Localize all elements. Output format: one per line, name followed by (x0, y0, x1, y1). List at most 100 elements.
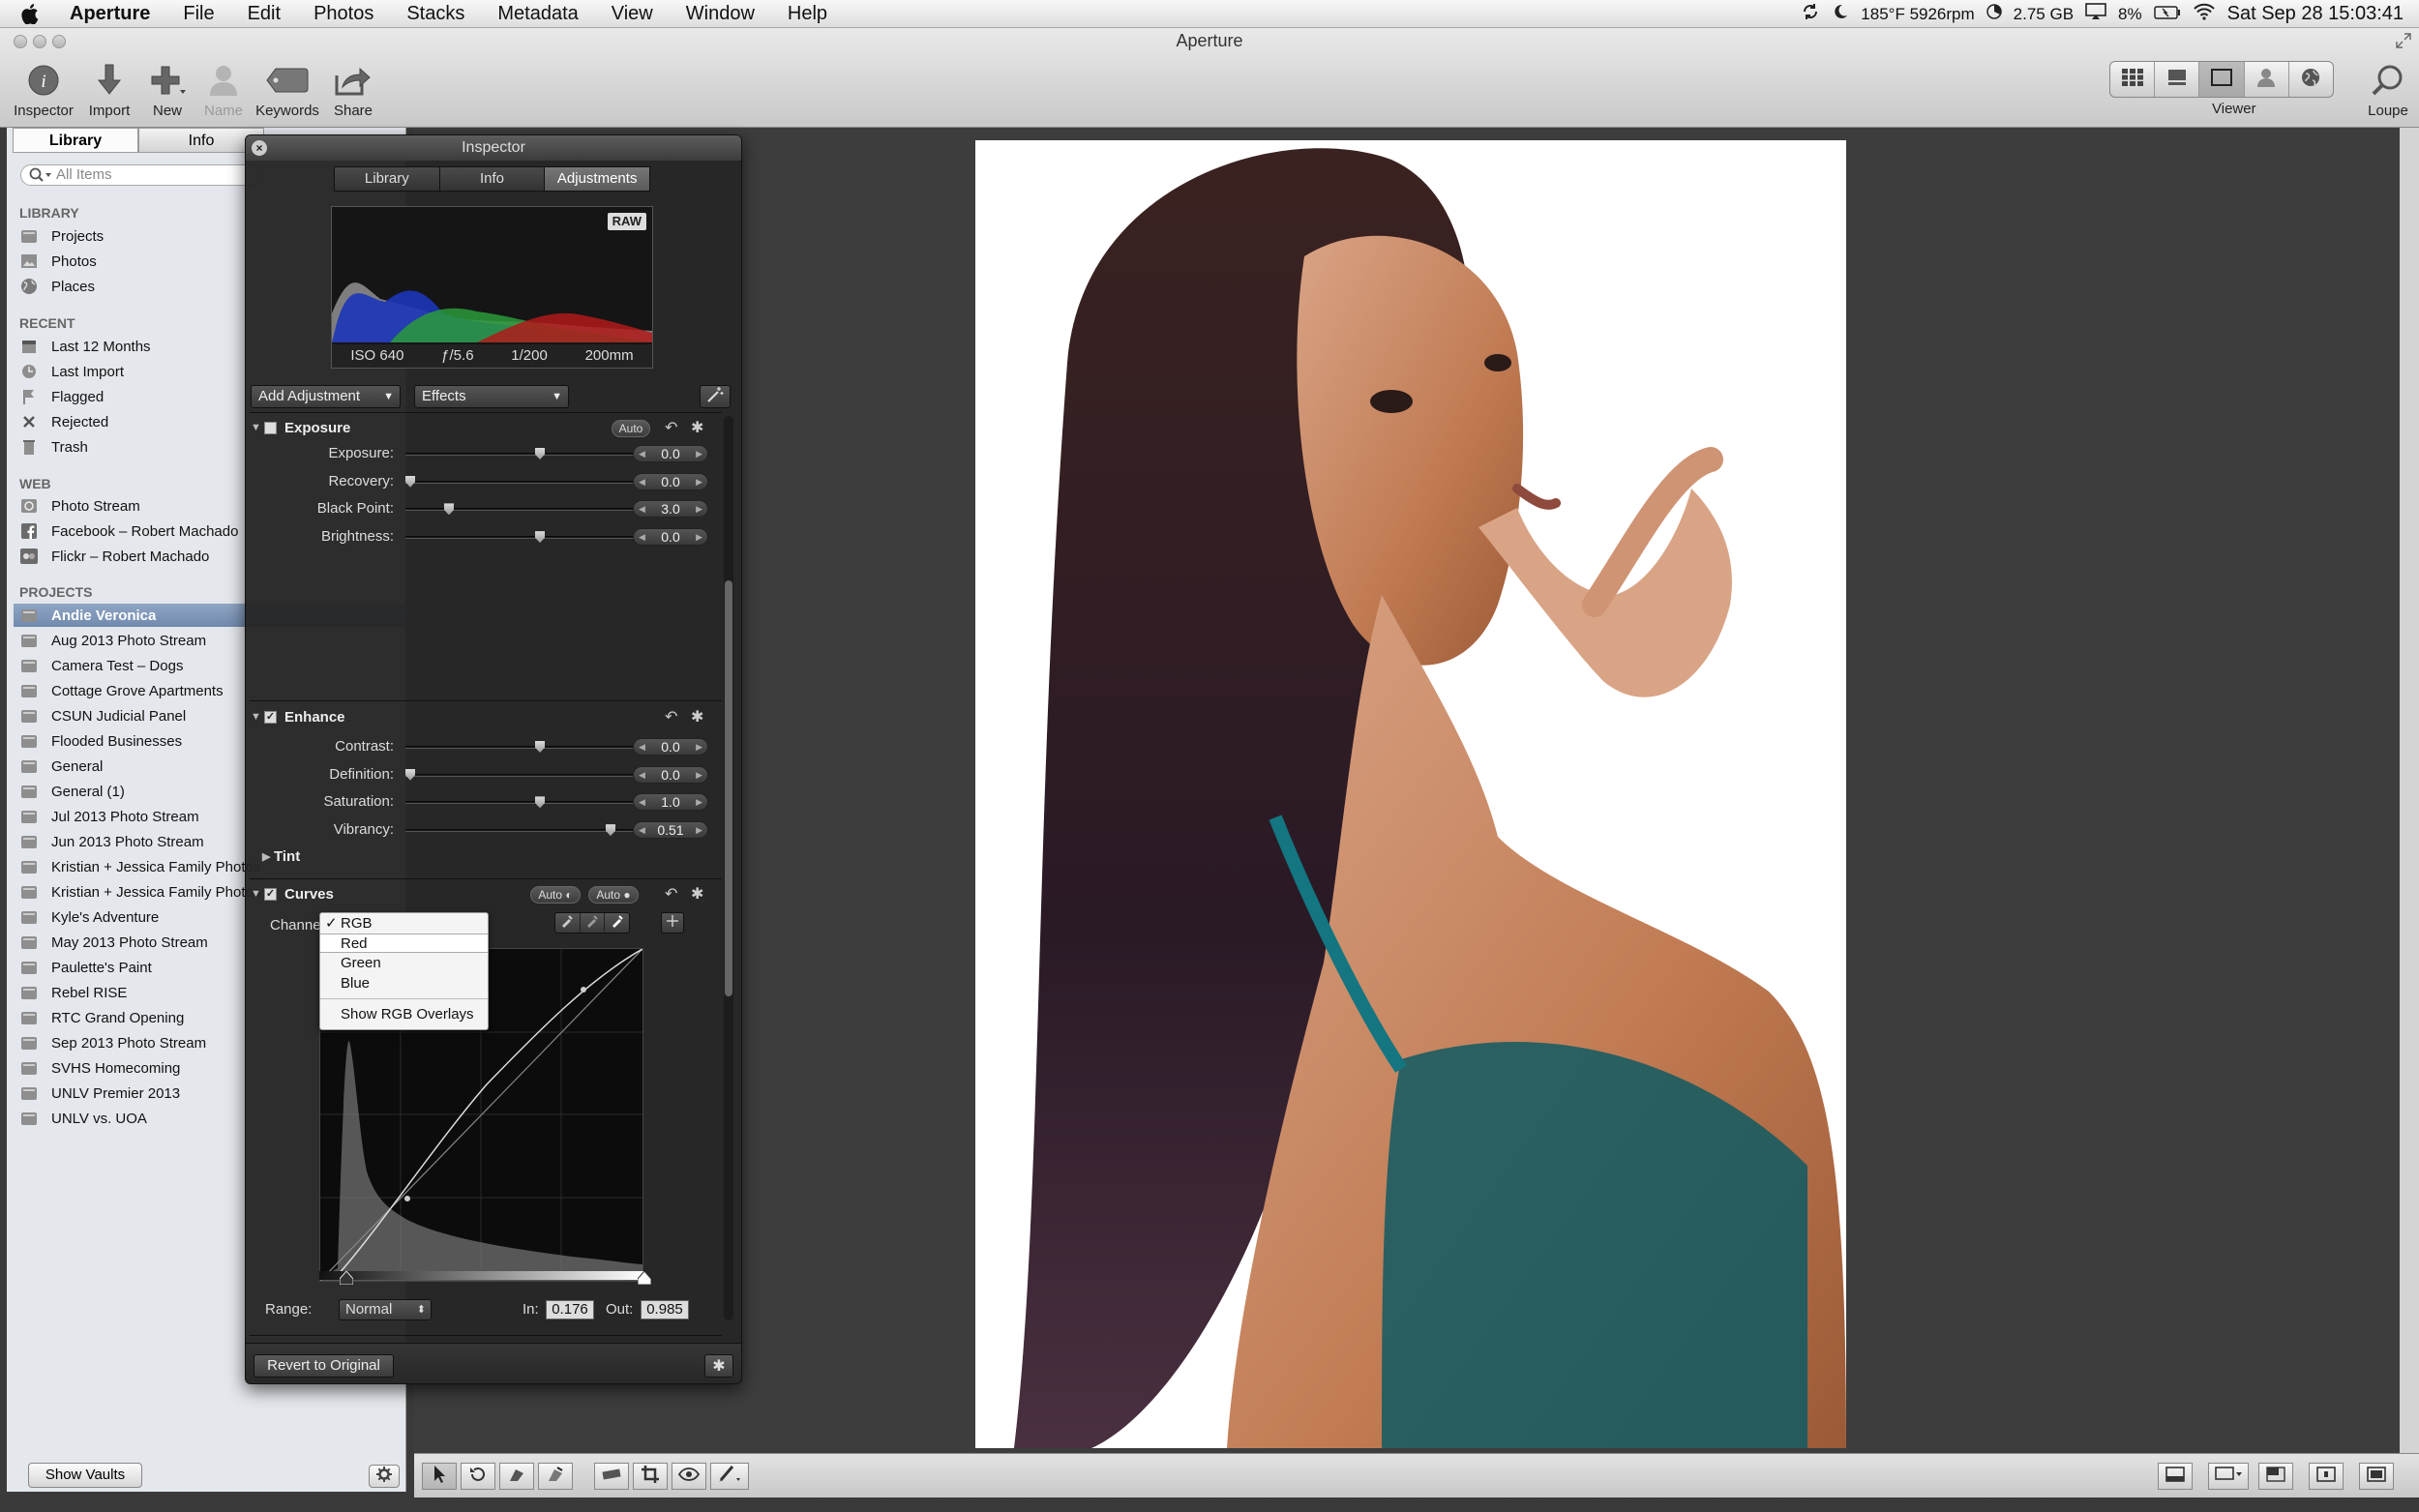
curves-brick-header[interactable]: ▼ ✓ Curves (251, 882, 720, 905)
viewer-view-button[interactable] (2199, 62, 2245, 97)
brush-tool-button[interactable] (710, 1463, 749, 1490)
select-tool-button[interactable] (422, 1463, 457, 1490)
battery-icon[interactable] (2153, 5, 2181, 24)
out-value-field[interactable]: 0.985 (641, 1300, 689, 1319)
white-point-handle[interactable] (637, 1270, 652, 1290)
exposure-enable-checkbox[interactable] (264, 421, 277, 434)
tint-disclosure[interactable]: ▶ Tint (262, 845, 732, 868)
single-viewer-button[interactable] (2309, 1463, 2344, 1490)
undo-icon[interactable]: ↶ (665, 418, 677, 437)
channel-option-red[interactable]: Red (320, 934, 488, 953)
hud-scroll-thumb[interactable] (725, 580, 732, 996)
slider-knob[interactable] (606, 824, 615, 837)
exposure-auto-button[interactable]: Auto (612, 420, 650, 437)
slider-knob[interactable] (535, 448, 545, 460)
stamp-tool-button[interactable] (499, 1463, 534, 1490)
browser-view-button[interactable] (2110, 62, 2156, 97)
hud-tab-adjustments[interactable]: Adjustments (545, 167, 650, 191)
curves-auto-rgb-button[interactable]: Auto ● (588, 886, 639, 904)
curves-auto-luminance-button[interactable]: Auto ◐ (530, 886, 581, 904)
show-rgb-overlays-option[interactable]: Show RGB Overlays (320, 1005, 488, 1024)
quick-brush-button[interactable] (700, 385, 731, 408)
crop-button[interactable] (633, 1463, 668, 1490)
curves-enable-checkbox[interactable]: ✓ (264, 887, 277, 901)
clock[interactable]: Sat Sep 28 15:03:41 (2227, 3, 2404, 25)
places-view-button[interactable] (2289, 62, 2333, 97)
range-select[interactable]: Normal ⬍ (339, 1299, 432, 1320)
channel-option-green[interactable]: Green (320, 954, 488, 973)
channel-option-blue[interactable]: Blue (320, 974, 488, 993)
share-button[interactable]: Share (314, 61, 392, 119)
hud-title[interactable]: Inspector (246, 135, 741, 161)
menu-stacks[interactable]: Stacks (390, 0, 481, 28)
gray-point-picker[interactable] (581, 913, 606, 933)
faces-view-button[interactable] (2245, 62, 2289, 97)
hud-scrollbar[interactable] (724, 416, 733, 1320)
add-curve-point-button[interactable] (661, 912, 684, 934)
loupe-button[interactable]: Loupe (2349, 61, 2419, 119)
effects-popup[interactable]: Effects ▼ (414, 385, 569, 408)
wifi-icon[interactable] (2193, 3, 2216, 25)
slider-value-stepper[interactable]: ◀ 3.0 ▶ (633, 500, 708, 519)
show-vaults-button[interactable]: Show Vaults (28, 1463, 142, 1488)
slider-knob[interactable] (405, 475, 415, 488)
enhance-enable-checkbox[interactable]: ✓ (264, 710, 277, 724)
black-point-picker[interactable] (555, 913, 581, 933)
show-filmstrip-button[interactable] (2158, 1463, 2193, 1490)
library-search-input[interactable]: All Items (20, 164, 262, 186)
menu-edit[interactable]: Edit (231, 0, 297, 28)
hud-gear-button[interactable]: ✱ (704, 1354, 733, 1378)
enhance-brick-header[interactable]: ▼ ✓ Enhance (251, 705, 720, 728)
disclosure-triangle-icon[interactable]: ▼ (251, 888, 262, 900)
slider-value-stepper[interactable]: ◀ 0.0 ▶ (633, 472, 708, 490)
slider-knob[interactable] (444, 503, 454, 516)
secondary-viewer-button[interactable] (2258, 1463, 2293, 1490)
library-gear-button[interactable] (369, 1465, 400, 1488)
slider-knob[interactable] (535, 741, 545, 753)
menu-view[interactable]: View (595, 0, 670, 28)
slider-value-stepper[interactable]: ◀ 0.0 ▶ (633, 528, 708, 547)
temp-fan-readout[interactable]: 185°F 5926rpm (1861, 5, 1974, 24)
disclosure-triangle-icon[interactable]: ▼ (251, 711, 262, 723)
moon-icon[interactable] (1832, 3, 1849, 25)
menu-metadata[interactable]: Metadata (481, 0, 594, 28)
stamp-apply-button[interactable] (538, 1463, 573, 1490)
straighten-button[interactable] (594, 1463, 629, 1490)
black-point-handle[interactable] (339, 1270, 354, 1290)
slider-value-stepper[interactable]: ◀ 0.0 ▶ (633, 738, 708, 756)
slider-value-stepper[interactable]: ◀ 0.51 ▶ (633, 821, 708, 840)
menu-photos[interactable]: Photos (297, 0, 390, 28)
menu-app-name[interactable]: Aperture (50, 3, 166, 25)
memory-readout[interactable]: 2.75 GB (2014, 5, 2074, 24)
fullscreen-icon[interactable] (2396, 33, 2411, 53)
hud-tab-library[interactable]: Library (335, 167, 440, 191)
apple-menu-icon[interactable] (21, 0, 50, 28)
gear-icon[interactable]: ✱ (691, 707, 703, 726)
split-view-button[interactable] (2155, 62, 2200, 97)
slider-value-stepper[interactable]: ◀ 0.0 ▶ (633, 765, 708, 784)
red-eye-button[interactable] (672, 1463, 706, 1490)
rotate-left-button[interactable] (461, 1463, 495, 1490)
display-options-button[interactable] (2208, 1463, 2249, 1490)
menu-help[interactable]: Help (771, 0, 844, 28)
slider-knob[interactable] (535, 796, 545, 809)
disclosure-triangle-icon[interactable]: ▼ (251, 422, 262, 433)
airplay-icon[interactable] (2085, 3, 2106, 25)
in-value-field[interactable]: 0.176 (546, 1300, 594, 1319)
white-point-picker[interactable] (605, 913, 629, 933)
portrait-photo[interactable] (975, 140, 1846, 1448)
menu-window[interactable]: Window (670, 0, 771, 28)
close-icon[interactable]: × (252, 140, 267, 156)
gear-icon[interactable]: ✱ (691, 884, 703, 904)
tab-library[interactable]: Library (13, 128, 138, 153)
channel-option-rgb[interactable]: ✓ RGB (320, 914, 488, 934)
slider-knob[interactable] (405, 768, 415, 781)
battery-percent[interactable]: 8% (2118, 5, 2142, 24)
revert-to-original-button[interactable]: Revert to Original (254, 1354, 394, 1378)
sync-icon[interactable] (1801, 2, 1820, 26)
menu-file[interactable]: File (166, 0, 230, 28)
add-adjustment-popup[interactable]: Add Adjustment ▼ (251, 385, 401, 408)
undo-icon[interactable]: ↶ (665, 707, 677, 726)
slider-knob[interactable] (535, 531, 545, 544)
undo-icon[interactable]: ↶ (665, 884, 677, 904)
